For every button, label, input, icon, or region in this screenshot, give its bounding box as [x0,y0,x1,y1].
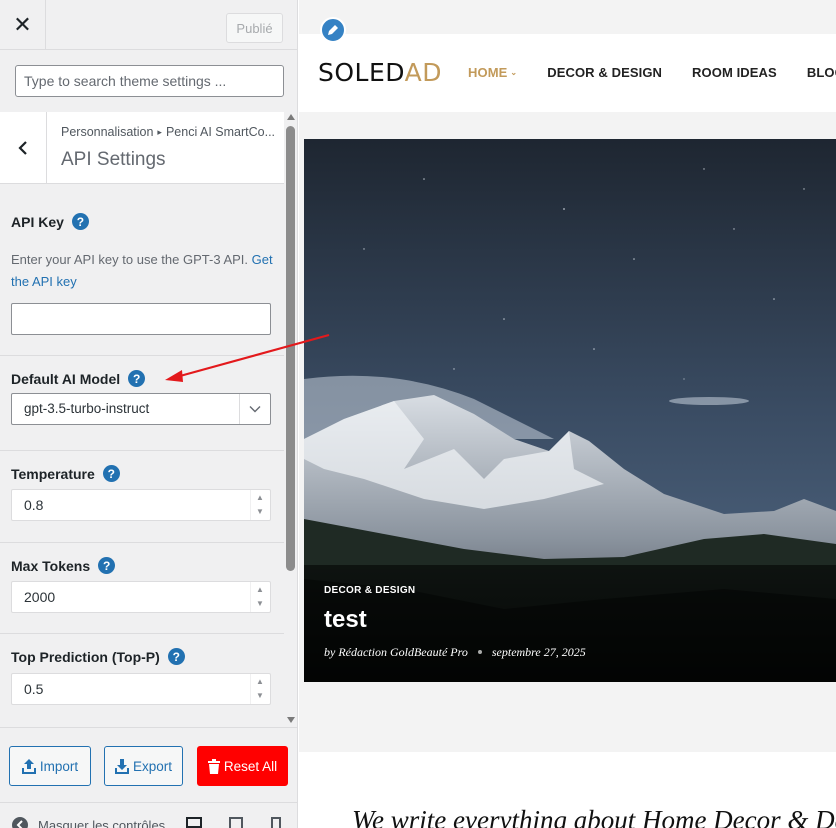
max-tokens-value: 2000 [24,589,56,605]
api-key-label: API Key ? [11,213,89,230]
import-button[interactable]: Import [9,746,91,786]
site-header: SOLEDAD HOME ⌄ DECOR & DESIGN ROOM IDEAS … [299,34,836,112]
panel-header: Personnalisation ▸ Penci AI SmartCo... API… [0,112,284,184]
scroll-down-arrow-icon[interactable] [287,717,295,723]
max-tokens-label-text: Max Tokens [11,557,91,574]
export-label: Export [132,758,173,774]
tablet-icon[interactable] [228,817,244,828]
temperature-control: Temperature ? 0.8 ▲ ▼ [0,451,284,543]
chevron-down-icon [239,394,270,424]
api-key-description-text: Enter your API key to use the GPT-3 API. [11,252,249,267]
max-tokens-label: Max Tokens ? [11,557,116,574]
api-key-control: API Key ? Enter your API key to use the … [0,184,284,356]
max-tokens-input[interactable]: 2000 ▲ ▼ [11,581,271,613]
mobile-icon[interactable] [268,817,284,828]
nav-item-label: HOME [468,65,508,80]
collapse-icon [12,817,28,828]
help-icon[interactable]: ? [128,370,146,387]
top-p-label-text: Top Prediction (Top-P) [11,648,160,665]
logo-text-dark: SOLED [318,58,405,87]
post-meta: by Rédaction GoldBeauté Pro septembre 27,… [324,645,586,660]
search-bar [0,51,297,111]
back-button[interactable] [0,112,47,184]
post-title[interactable]: test [324,606,367,634]
ai-model-label-text: Default AI Model [11,370,121,387]
temperature-label: Temperature ? [11,465,120,482]
desktop-icon[interactable] [186,817,202,828]
reset-all-button[interactable]: Reset All [197,746,288,786]
pencil-icon [328,25,338,35]
intro-section: We write everything about Home Decor & D… [299,752,836,828]
export-button[interactable]: Export [104,746,183,786]
close-icon: ✕ [13,12,32,37]
help-icon[interactable]: ? [71,213,89,230]
post-author[interactable]: by Rédaction GoldBeauté Pro [324,645,468,659]
ai-model-select[interactable]: gpt-3.5-turbo-instruct [11,393,271,425]
featured-post-hero[interactable]: DECOR & DESIGN test by Rédaction GoldBea… [304,139,836,682]
close-customizer-button[interactable]: ✕ [0,0,46,50]
number-spinner[interactable]: ▲ ▼ [250,582,270,612]
download-icon [114,759,129,774]
api-key-label-text: API Key [11,213,64,230]
number-spinner[interactable]: ▲ ▼ [250,490,270,520]
scroll-up-arrow-icon[interactable] [287,114,295,120]
customizer-sidebar: ✕ Publié Personnalisation▸Penci AI Smart… [0,0,298,828]
nav-item-decor-design[interactable]: DECOR & DESIGN [547,65,662,80]
back-chevron-icon [18,141,27,155]
hide-controls-button[interactable]: Masquer les contrôles [12,817,165,828]
nav-item-blog[interactable]: BLOG [807,65,836,80]
chevron-down-icon: ⌄ [510,68,518,77]
site-tagline: We write everything about Home Decor & D… [352,805,836,828]
ai-model-selected-value: gpt-3.5-turbo-instruct [24,401,150,416]
api-key-description: Enter your API key to use the GPT-3 API.… [11,249,273,293]
nav-item-room-ideas[interactable]: ROOM IDEAS [692,65,777,80]
upload-icon [21,759,36,774]
logo-text-gold: AD [404,58,442,87]
max-tokens-control: Max Tokens ? 2000 ▲ ▼ [0,543,284,634]
customizer-footer: Masquer les contrôles [0,802,297,828]
temperature-label-text: Temperature [11,465,95,482]
search-theme-settings-input[interactable] [15,65,284,97]
main-navigation: HOME⌄ DECOR & DESIGN ROOM IDEAS BLOG [468,65,836,80]
breadcrumb-root: Personnalisation [61,125,154,139]
import-label: Import [39,758,79,774]
hero-caption-overlay [304,565,836,682]
post-category[interactable]: DECOR & DESIGN [324,585,415,596]
scrollbar-thumb[interactable] [286,126,295,571]
site-preview: SOLEDAD HOME ⌄ DECOR & DESIGN ROOM IDEAS … [299,0,836,828]
post-date: septembre 27, 2025 [491,645,586,659]
action-bar: Import Export Reset All [0,727,297,802]
ai-model-label: Default AI Model ? [11,370,146,387]
publish-button[interactable]: Publié [226,13,283,43]
nav-item-home[interactable]: HOME ⌄ [468,65,517,80]
breadcrumb: Personnalisation ▸ Penci AI SmartCo... [61,125,276,139]
trash-icon [207,758,220,774]
help-icon[interactable]: ? [167,648,185,665]
customizer-topbar: ✕ Publié [0,0,297,50]
edit-shortcut-button[interactable] [320,17,346,43]
reset-all-label: Reset All [223,758,278,774]
top-p-control: Top Prediction (Top-P) ? 0.5 ▲ ▼ [0,634,284,726]
help-icon[interactable]: ? [102,465,120,482]
breadcrumb-section: Penci AI SmartCo... [165,125,276,139]
temperature-input[interactable]: 0.8 ▲ ▼ [11,489,271,521]
meta-separator [477,650,482,654]
temperature-value: 0.8 [24,497,44,513]
site-logo[interactable]: SOLEDAD [318,58,442,87]
panel-title: API Settings [61,149,166,170]
help-icon[interactable]: ? [98,557,116,574]
top-p-value: 0.5 [24,681,44,697]
settings-list: API Key ? Enter your API key to use the … [0,184,284,726]
api-key-input[interactable] [11,303,271,335]
ai-model-control: Default AI Model ? gpt-3.5-turbo-instruc… [0,356,284,451]
number-spinner[interactable]: ▲ ▼ [250,674,270,704]
breadcrumb-separator-icon: ▸ [157,127,162,137]
top-p-label: Top Prediction (Top-P) ? [11,648,185,665]
hide-controls-label: Masquer les contrôles [38,817,166,828]
top-p-input[interactable]: 0.5 ▲ ▼ [11,673,271,705]
